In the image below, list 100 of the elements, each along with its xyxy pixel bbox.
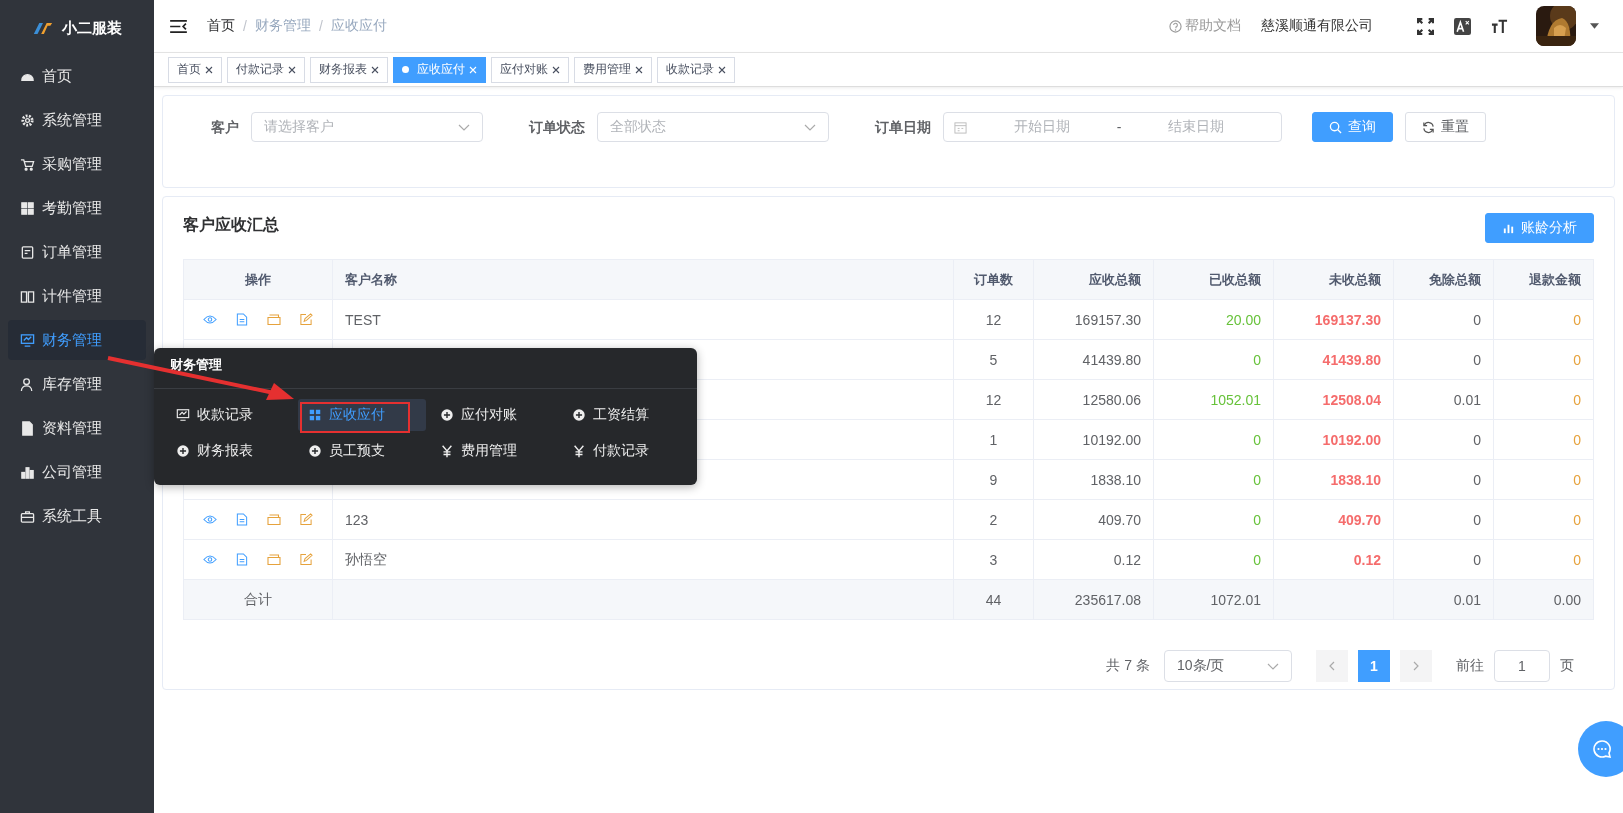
close-icon[interactable] bbox=[552, 65, 560, 74]
chevron-icon bbox=[1267, 662, 1279, 670]
document-icon[interactable] bbox=[235, 313, 249, 326]
edit-icon[interactable] bbox=[299, 553, 313, 566]
submenu-item[interactable]: 应付对账 bbox=[430, 399, 558, 431]
document-icon[interactable] bbox=[235, 553, 249, 566]
sidebar-item[interactable]: 公司管理 bbox=[8, 452, 146, 492]
table-cell: 合计 bbox=[244, 590, 272, 607]
book-icon bbox=[20, 288, 35, 304]
table-cell: 0 bbox=[1473, 551, 1481, 568]
table-cell: 0 bbox=[1573, 511, 1581, 528]
translate-icon[interactable] bbox=[1454, 17, 1471, 35]
table-cell: 0 bbox=[1573, 351, 1581, 368]
tray-icon[interactable] bbox=[267, 553, 281, 566]
sidebar-item[interactable]: 采购管理 bbox=[8, 144, 146, 184]
table-cell: 10192.00 bbox=[1082, 431, 1141, 448]
column-header: 未收总额 bbox=[1273, 259, 1394, 300]
table-cell: 1 bbox=[989, 431, 998, 448]
toolbox-icon bbox=[20, 508, 35, 524]
refresh-icon bbox=[1422, 120, 1435, 134]
table-cell: 20.00 bbox=[1225, 311, 1261, 328]
page-tab[interactable]: 首页 bbox=[168, 56, 222, 83]
page-tab[interactable]: 收款记录 bbox=[657, 56, 735, 83]
close-icon[interactable] bbox=[635, 65, 643, 74]
chat-button[interactable] bbox=[1578, 721, 1623, 777]
table-cell: 1838.10 bbox=[1330, 471, 1381, 488]
sidebar-item[interactable]: 系统管理 bbox=[8, 100, 146, 140]
breadcrumb[interactable]: 首页 bbox=[207, 17, 235, 35]
view-icon[interactable] bbox=[203, 313, 217, 326]
table-cell: 169157.30 bbox=[1074, 311, 1141, 328]
column-header: 客户名称 bbox=[332, 259, 954, 300]
edit-icon[interactable] bbox=[299, 513, 313, 526]
table-cell: TEST bbox=[345, 311, 381, 328]
table-cell: 10192.00 bbox=[1322, 431, 1381, 448]
grid-icon bbox=[20, 200, 35, 216]
sidebar-item[interactable]: 库存管理 bbox=[8, 364, 146, 404]
page-input[interactable]: 1 bbox=[1494, 650, 1550, 682]
sidebar-item[interactable]: 首页 bbox=[8, 56, 146, 96]
table-cell: 41439.80 bbox=[1082, 351, 1141, 368]
close-icon[interactable] bbox=[288, 65, 296, 74]
reset-button[interactable]: 重置 bbox=[1405, 112, 1486, 142]
table-cell: 0 bbox=[1253, 471, 1261, 488]
submenu-item[interactable]: 工资结算 bbox=[562, 399, 690, 431]
table-cell: 0 bbox=[1573, 311, 1581, 328]
table-cell: 0 bbox=[1473, 351, 1481, 368]
table-cell: 12 bbox=[985, 391, 1002, 408]
submenu-item[interactable]: 财务报表 bbox=[166, 435, 294, 467]
page-tab[interactable]: 应付对账 bbox=[491, 56, 569, 83]
chat-icon bbox=[1592, 739, 1612, 759]
fullscreen-icon[interactable] bbox=[1417, 17, 1434, 35]
close-icon[interactable] bbox=[205, 65, 213, 74]
submenu-item[interactable]: 应收应付 bbox=[298, 399, 426, 431]
view-icon[interactable] bbox=[203, 553, 217, 566]
submenu-title: 财务管理 bbox=[154, 348, 697, 389]
font-size-icon[interactable] bbox=[1491, 17, 1508, 35]
plus-circle-icon bbox=[308, 444, 322, 458]
tray-icon[interactable] bbox=[267, 313, 281, 326]
chevron-left-icon bbox=[1329, 661, 1335, 671]
chevron-icon bbox=[458, 123, 470, 131]
table-cell: 0 bbox=[1573, 551, 1581, 568]
table-cell: 1052.01 bbox=[1210, 391, 1261, 408]
calendar-icon bbox=[954, 120, 967, 134]
page-tab[interactable]: 费用管理 bbox=[574, 56, 652, 83]
company-name: 慈溪顺通有限公司 bbox=[1261, 17, 1373, 35]
sidebar-item[interactable]: 订单管理 bbox=[8, 232, 146, 272]
breadcrumb: 应收应付 bbox=[330, 17, 387, 35]
edit-icon[interactable] bbox=[299, 313, 313, 326]
page-tab[interactable]: 财务报表 bbox=[310, 56, 388, 83]
submenu-item[interactable]: 收款记录 bbox=[166, 399, 294, 431]
table-cell: 0 bbox=[1253, 551, 1261, 568]
sidebar-item[interactable]: 财务管理 bbox=[8, 320, 146, 360]
date-range-field[interactable]: 开始日期 - 结束日期 bbox=[943, 112, 1282, 142]
tray-icon[interactable] bbox=[267, 513, 281, 526]
table-cell: 409.70 bbox=[1338, 511, 1381, 528]
document-icon[interactable] bbox=[235, 513, 249, 526]
gear-icon bbox=[20, 112, 35, 128]
menu-icon[interactable] bbox=[170, 19, 187, 33]
panel-title: 客户应收汇总 bbox=[183, 215, 279, 235]
plus-circle-icon bbox=[440, 408, 454, 422]
monitor-icon bbox=[20, 332, 35, 348]
submenu-item[interactable]: 费用管理 bbox=[430, 435, 558, 467]
field-label: 客户 bbox=[211, 118, 239, 137]
submenu-item[interactable]: 付款记录 bbox=[562, 435, 690, 467]
sidebar-item[interactable]: 系统工具 bbox=[8, 496, 146, 536]
caret-icon[interactable] bbox=[1590, 23, 1599, 29]
column-header: 订单数 bbox=[953, 259, 1034, 300]
yen-icon bbox=[440, 444, 454, 458]
yen-icon bbox=[572, 444, 586, 458]
bar-chart-icon bbox=[20, 464, 35, 480]
page-size-select[interactable]: 10条/页 bbox=[1164, 650, 1292, 682]
sidebar-item[interactable]: 考勤管理 bbox=[8, 188, 146, 228]
page-tab[interactable]: 付款记录 bbox=[227, 56, 305, 83]
submenu-item[interactable]: 员工预支 bbox=[298, 435, 426, 467]
field-label: 订单日期 bbox=[875, 118, 931, 137]
sidebar-item[interactable]: 资料管理 bbox=[8, 408, 146, 448]
close-icon[interactable] bbox=[371, 65, 379, 74]
breadcrumb-separator: / bbox=[243, 18, 247, 34]
sidebar-item[interactable]: 计件管理 bbox=[8, 276, 146, 316]
view-icon[interactable] bbox=[203, 513, 217, 526]
close-icon[interactable] bbox=[718, 65, 726, 74]
